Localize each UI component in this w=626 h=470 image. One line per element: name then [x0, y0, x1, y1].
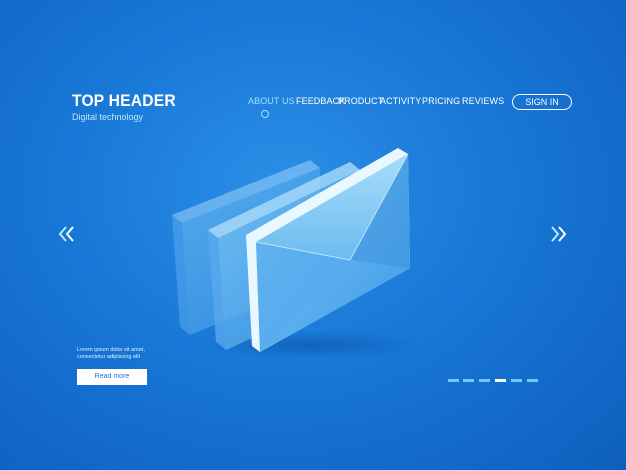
- pager-dot[interactable]: [479, 379, 490, 382]
- nav-item-activity[interactable]: ACTIVITY: [380, 96, 421, 106]
- nav-item-about-us[interactable]: ABOUT US: [248, 96, 295, 106]
- pager-dot[interactable]: [463, 379, 474, 382]
- pager-dot-active[interactable]: [495, 379, 506, 382]
- chevron-double-left-icon[interactable]: [57, 225, 79, 243]
- pager-dot[interactable]: [527, 379, 538, 382]
- envelope-stack-icon: [160, 140, 440, 375]
- pager-dot[interactable]: [511, 379, 522, 382]
- nav-item-pricing[interactable]: PRICING: [422, 96, 460, 106]
- read-more-button[interactable]: Read more: [77, 369, 147, 385]
- nav-item-product[interactable]: PRODUCT: [338, 96, 383, 106]
- chevron-double-right-icon[interactable]: [546, 225, 568, 243]
- sign-in-button[interactable]: SIGN IN: [512, 94, 572, 110]
- nav-item-reviews[interactable]: REVIEWS: [462, 96, 504, 106]
- brand-subtitle: Digital technology: [72, 112, 144, 122]
- active-nav-indicator: [261, 110, 269, 118]
- brand: TOP HEADER Digital technology: [72, 91, 185, 123]
- hero-description: Lorem ipsum dolor sit amet, consectetur …: [77, 347, 145, 360]
- brand-title: TOP HEADER: [72, 91, 176, 110]
- pager-dot[interactable]: [448, 379, 459, 382]
